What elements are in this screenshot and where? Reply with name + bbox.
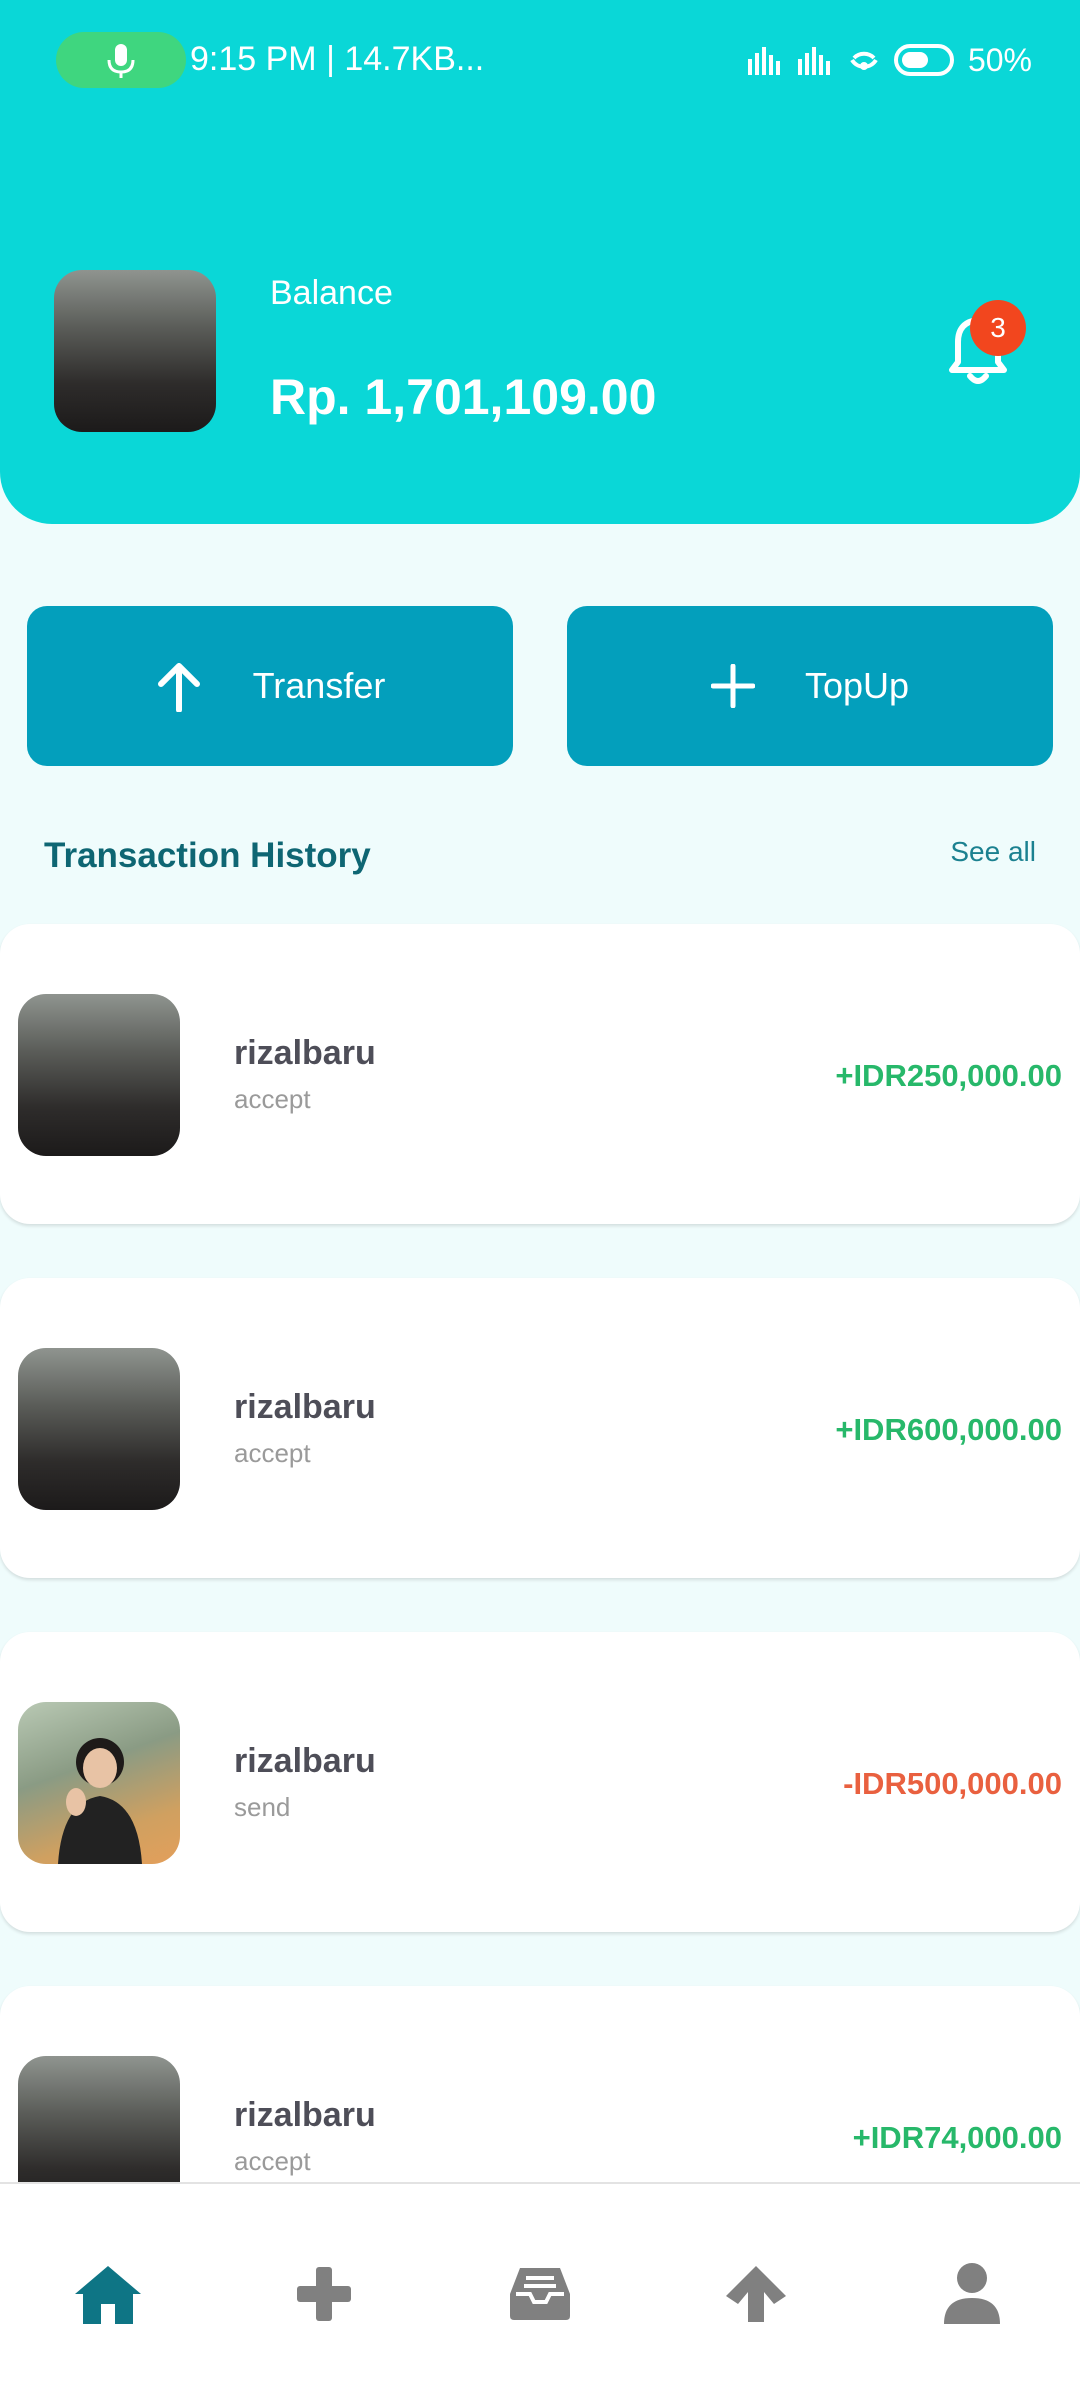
status-bar: 9:15 PM | 14.7KB... 50%	[0, 0, 1080, 120]
transaction-amount: -IDR500,000.00	[843, 1766, 1062, 1801]
plus-icon	[710, 664, 755, 708]
battery-percent: 50%	[967, 41, 1032, 78]
nav-home[interactable]	[68, 2254, 148, 2334]
transaction-avatar	[18, 1702, 180, 1864]
mic-indicator	[56, 32, 186, 88]
nav-inbox[interactable]	[500, 2254, 580, 2334]
microphone-icon	[107, 44, 135, 78]
plus-icon	[297, 2267, 351, 2321]
home-screen: 9:15 PM | 14.7KB... 50% Balance Rp. 1,70…	[0, 0, 1080, 2400]
transaction-amount: +IDR250,000.00	[835, 1058, 1062, 1093]
transaction-amount: +IDR600,000.00	[835, 1412, 1062, 1447]
balance-value: Rp. 1,701,109.00	[270, 369, 657, 425]
transaction-status: send	[234, 1792, 291, 1822]
nav-profile[interactable]	[932, 2254, 1012, 2334]
transfer-button[interactable]: Transfer	[27, 606, 513, 766]
bottom-navigation	[0, 2182, 1080, 2400]
topup-label: TopUp	[804, 665, 910, 706]
inbox-icon	[510, 2268, 570, 2320]
see-all-link[interactable]: See all	[950, 836, 1036, 868]
transaction-card[interactable]: rizalbaru accept +IDR600,000.00	[0, 1278, 1080, 1578]
nav-add[interactable]	[284, 2254, 364, 2334]
transaction-status: accept	[234, 1084, 311, 1114]
transaction-history-title: Transaction History	[44, 836, 371, 875]
home-icon	[75, 2266, 141, 2324]
transaction-name: rizalbaru	[234, 1388, 376, 1426]
transaction-card[interactable]: rizalbaru send -IDR500,000.00	[0, 1632, 1080, 1932]
balance-label: Balance	[270, 274, 393, 312]
transaction-status: accept	[234, 2146, 311, 2176]
transaction-amount: +IDR74,000.00	[852, 2120, 1062, 2155]
topup-button[interactable]: TopUp	[567, 606, 1053, 766]
transaction-name: rizalbaru	[234, 1742, 376, 1780]
notification-badge: 3	[970, 300, 1026, 356]
signal-icon-2	[797, 47, 830, 75]
signal-icon	[747, 47, 780, 75]
arrow-up-icon	[726, 2266, 786, 2322]
nav-transfer[interactable]	[716, 2254, 796, 2334]
battery-icon	[893, 44, 954, 76]
status-time: 9:15 PM | 14.7KB...	[190, 40, 485, 78]
profile-avatar[interactable]	[54, 270, 216, 432]
transfer-label: Transfer	[252, 665, 386, 706]
transaction-card[interactable]: rizalbaru accept +IDR250,000.00	[0, 924, 1080, 1224]
status-icons: 50%	[747, 40, 1032, 80]
person-photo	[58, 1738, 142, 1864]
user-icon	[944, 2263, 1000, 2324]
transaction-status: accept	[234, 1438, 311, 1468]
transaction-avatar	[18, 1348, 180, 1510]
transaction-name: rizalbaru	[234, 1034, 376, 1072]
arrow-up-icon	[157, 663, 200, 712]
transaction-avatar	[18, 994, 180, 1156]
wifi-icon	[850, 51, 878, 70]
balance-header: 9:15 PM | 14.7KB... 50% Balance Rp. 1,70…	[0, 0, 1080, 524]
transaction-name: rizalbaru	[234, 2096, 376, 2134]
